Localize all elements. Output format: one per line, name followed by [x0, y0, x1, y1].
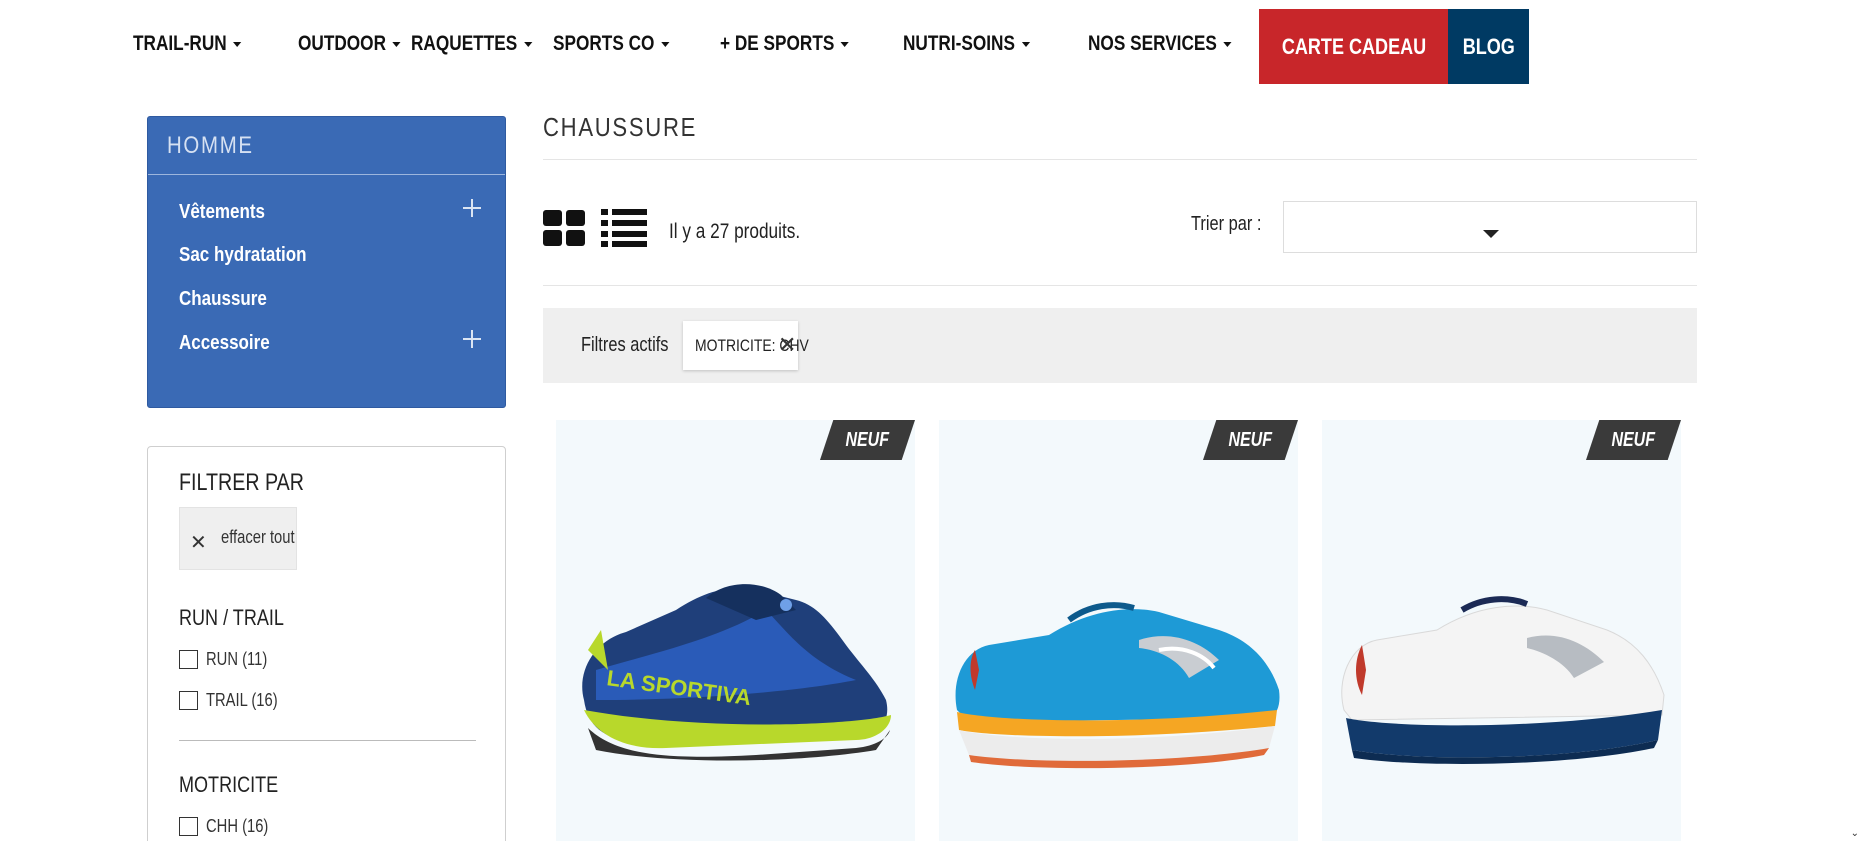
nav-item-outdoor[interactable]: OUTDOOR: [298, 32, 401, 62]
category-title[interactable]: HOMME: [167, 132, 254, 160]
product-image-white-running-shoe[interactable]: [1322, 550, 1681, 780]
filter-option-label: RUN (11): [206, 648, 268, 669]
nav-item-nos-services[interactable]: NOS SERVICES: [1088, 32, 1232, 62]
filter-title: FILTRER PAR: [179, 469, 305, 496]
category-panel: HOMME Vêtements Sac hydratation Chaussur…: [147, 116, 506, 408]
filter-group-title-motricite: MOTRICITE: [179, 772, 279, 797]
active-filters-label: Filtres actifs: [581, 334, 669, 356]
product-card[interactable]: NEUF: [1322, 420, 1681, 841]
caret-down-icon: [660, 41, 670, 47]
page-title: CHAUSSURE: [543, 112, 698, 142]
checkbox[interactable]: [179, 690, 198, 710]
checkbox[interactable]: [179, 649, 198, 669]
sort-label: Trier par :: [1191, 213, 1262, 235]
checkbox[interactable]: [179, 816, 198, 836]
caret-down-icon: [1223, 41, 1232, 47]
nav-item-plus-de-sports[interactable]: + DE SPORTS: [720, 32, 850, 62]
product-card[interactable]: NEUF LA SPORTIVA: [556, 420, 915, 841]
active-filters-bar: Filtres actifs MOTRICITE: CHV ✕: [543, 308, 1697, 383]
top-navigation: TRAIL-RUN OUTDOOR RAQUETTES SPORTS CO + …: [0, 0, 1863, 86]
nav-item-raquettes[interactable]: RAQUETTES: [411, 32, 532, 62]
filter-option-label: TRAIL (16): [206, 689, 278, 710]
caret-down-icon: [523, 41, 532, 47]
filter-option-trail[interactable]: TRAIL (16): [179, 689, 293, 711]
close-icon: ✕: [190, 532, 207, 554]
clear-all-filters-button[interactable]: ✕ effacer tout: [179, 507, 297, 570]
caret-down-icon: [392, 41, 401, 47]
category-item-vetements[interactable]: Vêtements: [179, 201, 265, 224]
nav-item-trail-run[interactable]: TRAIL-RUN: [133, 32, 242, 62]
nav-item-nutri-soins[interactable]: NUTRI-SOINS: [903, 32, 1030, 62]
filter-option-chh[interactable]: CHH (16): [179, 815, 282, 837]
grid-view-icon[interactable]: [543, 210, 585, 246]
expand-plus-icon[interactable]: [463, 330, 481, 348]
sort-select[interactable]: [1283, 201, 1697, 253]
product-card[interactable]: NEUF: [939, 420, 1298, 841]
category-header: HOMME: [148, 117, 505, 175]
filter-group-title-run-trail: RUN / TRAIL: [179, 605, 284, 630]
nav-item-sports-co[interactable]: SPORTS CO: [553, 32, 670, 62]
clear-all-label: effacer tout: [221, 527, 295, 547]
gift-card-button[interactable]: CARTE CADEAU: [1259, 9, 1448, 84]
category-item-chaussure[interactable]: Chaussure: [179, 288, 267, 311]
caret-down-icon: [1021, 41, 1030, 47]
new-badge: NEUF: [1586, 420, 1681, 460]
blog-button[interactable]: BLOG: [1448, 9, 1529, 84]
remove-filter-icon[interactable]: ✕: [778, 332, 796, 358]
filter-divider: [179, 740, 476, 741]
filter-option-label: CHH (16): [206, 815, 269, 836]
divider: [543, 159, 1697, 160]
filter-panel: FILTRER PAR ✕ effacer tout RUN / TRAIL R…: [147, 446, 506, 841]
list-view-icon[interactable]: [601, 209, 647, 247]
expand-plus-icon[interactable]: [463, 199, 481, 217]
divider: [543, 285, 1697, 286]
active-filter-chip[interactable]: MOTRICITE: CHV ✕: [683, 321, 809, 370]
new-badge: NEUF: [820, 420, 915, 460]
filter-option-run[interactable]: RUN (11): [179, 648, 281, 670]
product-count: Il y a 27 produits.: [669, 220, 801, 243]
caret-down-icon: [840, 41, 850, 47]
product-image-blue-running-shoe[interactable]: [939, 550, 1298, 780]
caret-down-icon: [233, 41, 242, 47]
new-badge: NEUF: [1203, 420, 1298, 460]
category-item-sac-hydratation[interactable]: Sac hydratation: [179, 244, 307, 267]
scroll-arrow-icon[interactable]: ⌄: [1851, 828, 1859, 839]
product-image-blue-trail-shoe[interactable]: LA SPORTIVA: [556, 550, 915, 780]
category-item-accessoire[interactable]: Accessoire: [179, 332, 270, 355]
caret-down-icon: [1483, 230, 1499, 238]
